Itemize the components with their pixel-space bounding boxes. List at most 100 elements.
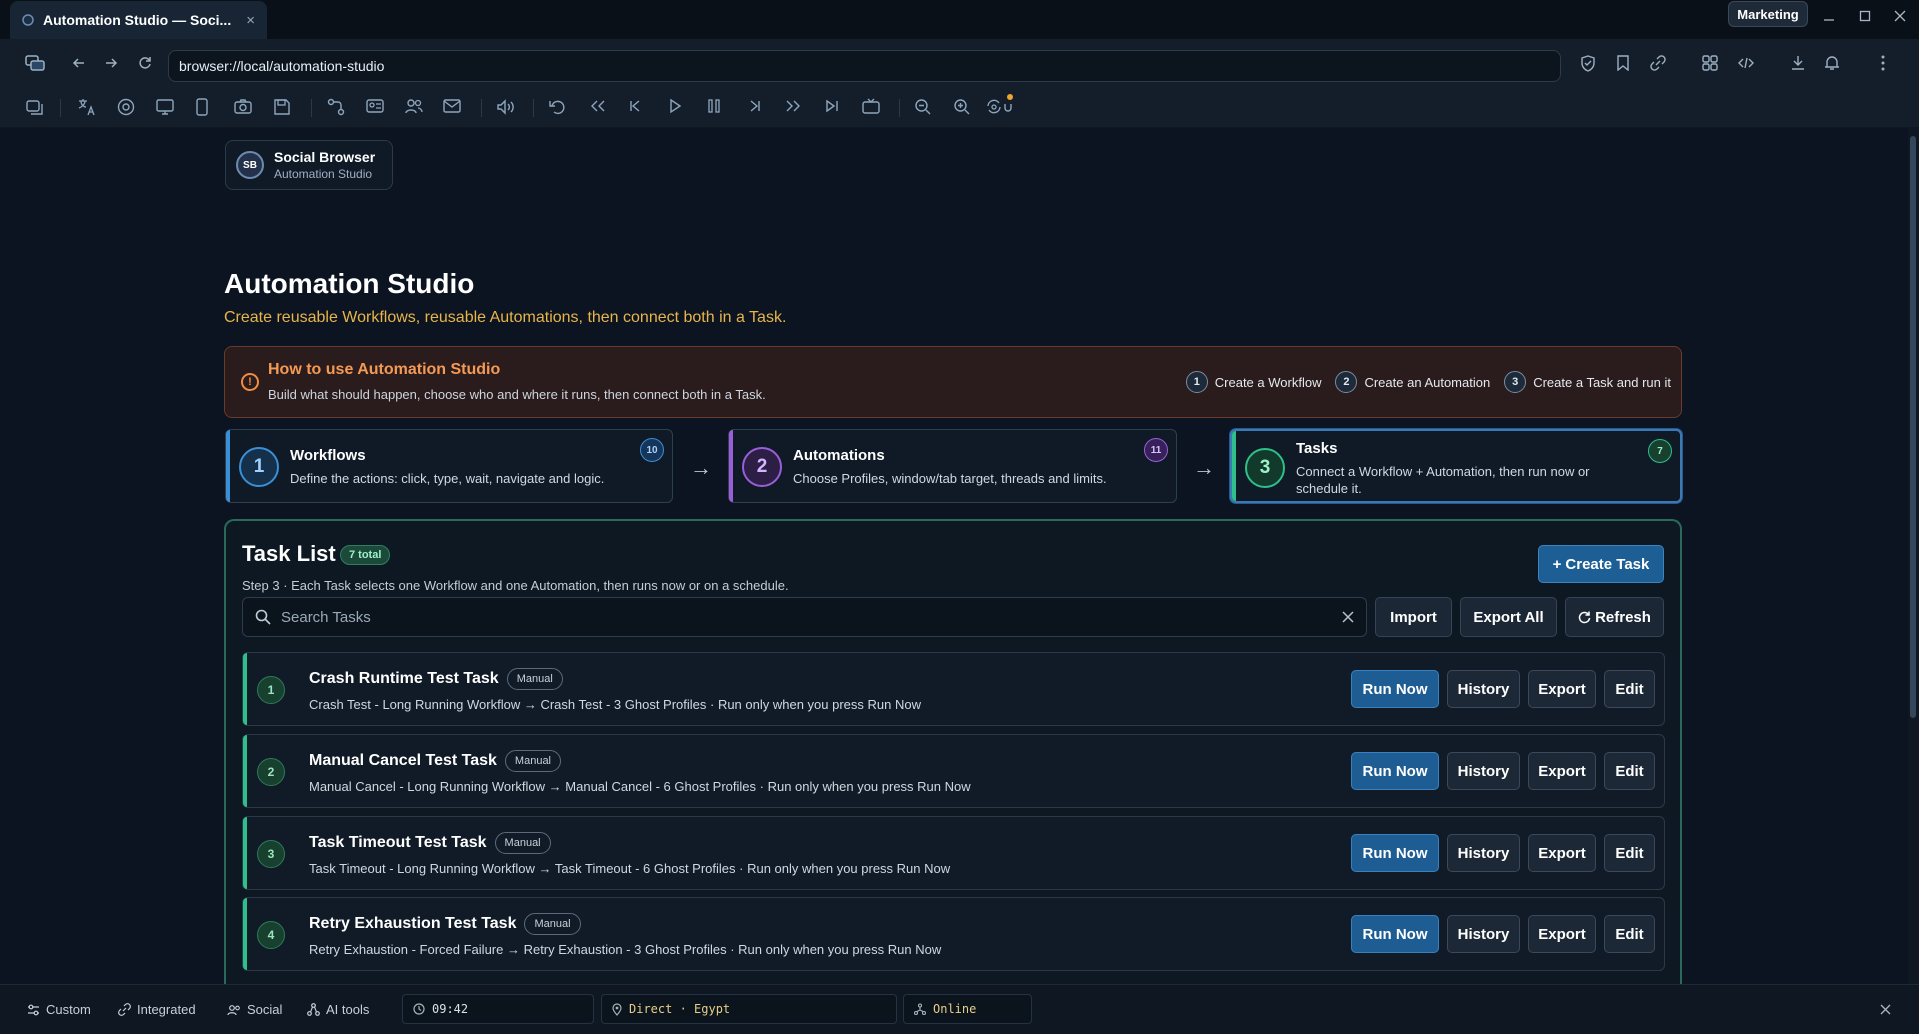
fast-forward-icon[interactable] [784,98,802,114]
save-icon[interactable] [273,98,291,116]
link-icon[interactable] [1650,55,1666,71]
export-button[interactable]: Export [1528,752,1596,790]
info-icon: ! [241,373,259,391]
task-mode-badge: Manual [524,913,581,935]
workflows-card[interactable]: 1 Workflows Define the actions: click, t… [225,429,673,503]
mail-icon[interactable] [443,98,461,114]
task-list-description: Step 3 · Each Task selects one Workflow … [242,578,789,593]
id-card-icon[interactable] [366,98,384,114]
step-back-icon[interactable] [628,98,642,114]
task-title: Task Timeout Test Task [309,834,487,851]
task-number: 4 [257,921,285,949]
run-now-button[interactable]: Run Now [1351,670,1439,708]
back-icon[interactable] [72,56,86,70]
howto-step: 1 Create a Workflow [1185,371,1321,393]
tab-close-icon[interactable]: × [246,12,255,29]
rewind-icon[interactable] [589,98,607,114]
undo-icon[interactable] [548,98,566,116]
profile-chip[interactable]: Marketing [1728,1,1808,27]
edit-button[interactable]: Edit [1604,670,1655,708]
translate-icon[interactable] [78,98,96,116]
screen-icon[interactable] [156,98,174,116]
code-icon[interactable] [1738,55,1754,71]
download-icon[interactable] [1790,55,1806,71]
address-bar[interactable]: browser://local/automation-studio [168,50,1561,82]
pause-icon[interactable] [707,98,721,114]
close-statusbar-icon[interactable] [1880,1004,1891,1015]
workflow-icon[interactable] [327,98,345,116]
toolbar-divider [533,99,534,117]
status-custom-label: Custom [46,1002,91,1017]
run-now-button[interactable]: Run Now [1351,752,1439,790]
refresh-button[interactable]: Refresh [1565,597,1664,637]
volume-icon[interactable] [496,98,516,116]
scrollbar-thumb[interactable] [1910,136,1916,718]
bell-icon[interactable] [1824,55,1840,71]
status-custom[interactable]: Custom [27,1002,91,1017]
toolbar-divider [899,99,900,117]
run-now-button[interactable]: Run Now [1351,834,1439,872]
shield-icon[interactable] [1580,55,1596,72]
close-window-icon[interactable] [1894,10,1906,22]
zoom-out-icon[interactable] [914,98,932,116]
import-button[interactable]: Import [1375,597,1452,637]
url-text: browser://local/automation-studio [179,58,385,74]
edit-button[interactable]: Edit [1604,834,1655,872]
history-button[interactable]: History [1447,752,1520,790]
windows-icon[interactable] [26,98,44,116]
create-task-button[interactable]: + Create Task [1538,545,1664,583]
chrome-icon[interactable] [117,98,135,116]
vpn-icon[interactable] [985,93,1017,117]
extensions-icon[interactable] [1702,55,1718,71]
minimize-icon[interactable] [1823,10,1835,22]
flow-arrow: → [690,455,712,480]
tab-title: Automation Studio — Soci... [43,12,232,28]
users-icon[interactable] [405,98,423,114]
edit-button[interactable]: Edit [1604,915,1655,953]
automations-card[interactable]: 2 Automations Choose Profiles, window/ta… [728,429,1177,503]
refresh-label: Refresh [1595,608,1651,626]
camera-icon[interactable] [234,98,252,114]
history-button[interactable]: History [1447,834,1520,872]
forward-icon[interactable] [104,56,118,70]
status-integrated[interactable]: Integrated [118,1002,196,1017]
step-forward-icon[interactable] [748,98,762,114]
run-now-button[interactable]: Run Now [1351,915,1439,953]
status-social[interactable]: Social [227,1002,282,1017]
zoom-in-icon[interactable] [953,98,971,116]
play-icon[interactable] [668,98,682,114]
browser-tab[interactable]: Automation Studio — Soci... × [10,1,267,39]
export-button[interactable]: Export [1528,834,1596,872]
status-route[interactable]: Direct · Egypt [601,994,897,1024]
howto-step: 3 Create a Task and run it [1504,371,1671,393]
card-number: 1 [239,447,279,487]
edit-button[interactable]: Edit [1604,752,1655,790]
reload-icon[interactable] [138,56,152,70]
tv-icon[interactable] [862,98,880,114]
task-row: 2 Manual Cancel Test Task Manual Manual … [242,734,1665,808]
bookmark-icon[interactable] [1616,55,1630,71]
sidebar-toggle-icon[interactable] [25,54,45,72]
mobile-icon[interactable] [196,98,208,116]
task-description: Manual Cancel - Long Running Workflow → … [309,779,971,794]
task-row: 1 Crash Runtime Test Task Manual Crash T… [242,652,1665,726]
status-clock: 09:42 [402,994,594,1024]
more-menu-icon[interactable] [1880,55,1886,71]
search-tasks-input[interactable]: Search Tasks [242,597,1367,637]
clear-search-icon[interactable] [1342,611,1354,623]
history-button[interactable]: History [1447,915,1520,953]
page-content: SB Social Browser Automation Studio Auto… [0,128,1908,984]
export-button[interactable]: Export [1528,670,1596,708]
task-title: Crash Runtime Test Task [309,670,499,687]
sliders-icon [27,1004,40,1016]
maximize-icon[interactable] [1859,10,1871,22]
page-scrollbar[interactable] [1908,128,1919,984]
export-button[interactable]: Export [1528,915,1596,953]
toolbar-divider [60,99,61,117]
status-ai-tools[interactable]: AI tools [307,1002,369,1017]
search-placeholder: Search Tasks [281,608,371,626]
skip-end-icon[interactable] [824,98,840,114]
export-all-button[interactable]: Export All [1460,597,1557,637]
tasks-card[interactable]: 3 Tasks Connect a Workflow + Automation,… [1230,429,1682,503]
history-button[interactable]: History [1447,670,1520,708]
